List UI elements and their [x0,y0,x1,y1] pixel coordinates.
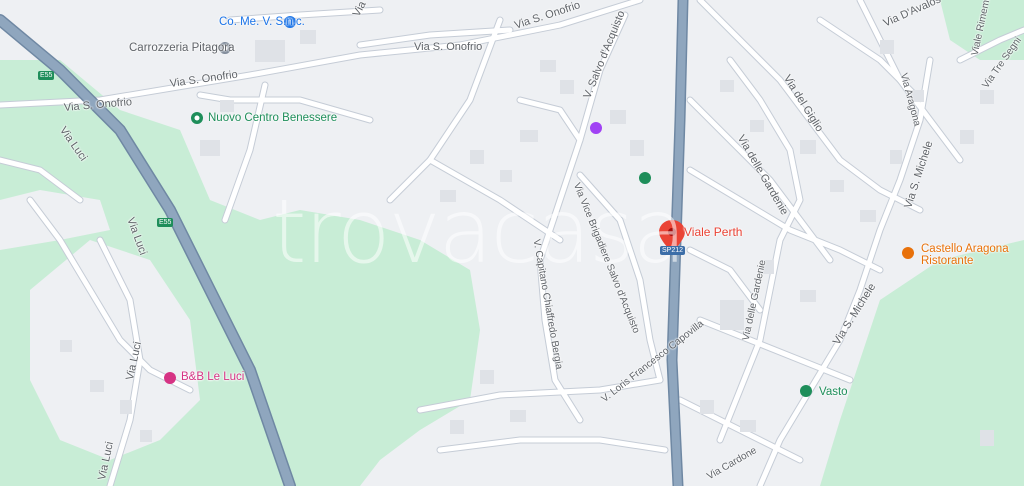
trovacasa-watermark: trovacasa [272,180,687,283]
road-label-via-s-onofrio-3: Via S. Onofrio [414,41,483,53]
poi-nuovo-centro-benessere[interactable]: Nuovo Centro Benessere [208,112,337,124]
poi-come-vs[interactable]: Co. Me. V. S.n.c. [219,16,305,28]
poi-carrozzeria-pitagora[interactable]: Carrozzeria Pitagora [129,42,234,54]
e55-shield-mid: E55 [157,218,174,227]
poi-castello-aragona-line1[interactable]: Castello Aragona [921,243,1009,255]
map-canvas[interactable]: trovacasa E55 E55 SP212 Via S. Onofrio V… [0,0,1024,486]
poi-castello-aragona-line2[interactable]: Ristorante [921,255,973,267]
poi-vasto[interactable]: Vasto [819,386,848,398]
e55-shield: E55 [38,71,55,80]
pin-label-viale-perth[interactable]: Viale Perth [684,225,742,239]
sp212-shield: SP212 [660,246,686,255]
poi-bb-le-luci[interactable]: B&B Le Luci [181,371,244,383]
